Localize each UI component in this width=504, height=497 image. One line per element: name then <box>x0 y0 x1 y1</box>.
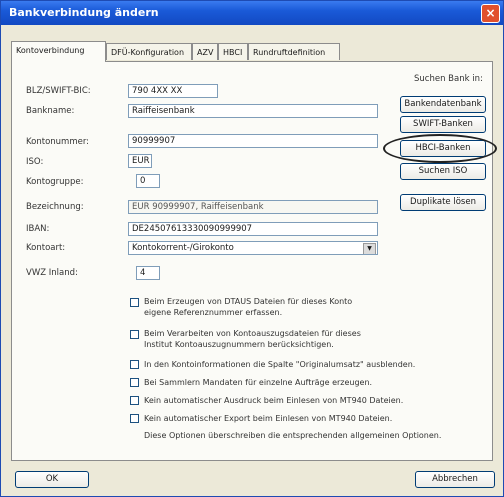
iban-field[interactable]: DE24507613330090999907 <box>128 222 378 236</box>
option-text-2: Beim Verarbeiten von Kontoauszugsdateien… <box>144 329 361 349</box>
option-text-6: Kein automatischer Export beim Einlesen … <box>144 414 393 423</box>
bankname-field[interactable]: Raiffeisenbank <box>128 104 378 118</box>
iban-label: IBAN: <box>26 224 50 234</box>
blz-label: BLZ/SWIFT-BIC: <box>26 86 91 96</box>
bank-database-button[interactable]: Bankendatenbank <box>400 96 486 113</box>
window-title: Bankverbindung ändern <box>9 6 159 19</box>
hbci-banks-button[interactable]: HBCI-Banken <box>400 140 486 157</box>
bankname-label: Bankname: <box>26 106 75 116</box>
iso-field[interactable]: EUR <box>128 154 152 168</box>
tab-dfue-konfiguration[interactable]: DFÜ-Konfiguration <box>106 43 192 60</box>
bezeichnung-field[interactable]: EUR 90999907, Raiffeisenbank <box>128 200 378 214</box>
resolve-duplicates-button[interactable]: Duplikate lösen <box>400 194 486 211</box>
option-text-1: Beim Erzeugen von DTAUS Dateien für dies… <box>144 297 353 317</box>
tab-kontoverbindung[interactable]: Kontoverbindung <box>11 41 106 62</box>
tab-rundruftdefinition[interactable]: Rundruftdefinition <box>248 43 340 60</box>
kontoart-label: Kontoart: <box>26 243 66 253</box>
iso-label: ISO: <box>26 157 44 167</box>
dialog-window: Bankverbindung ändern × Kontoverbindung … <box>0 0 504 497</box>
chevron-down-icon[interactable]: ▼ <box>363 243 376 254</box>
ok-button[interactable]: OK <box>15 471 89 488</box>
blz-field[interactable]: 790 4XX XX <box>128 84 218 98</box>
option-checkbox-6[interactable] <box>130 414 139 423</box>
kontoart-value: Kontokorrent-/Girokonto <box>132 243 234 253</box>
close-icon[interactable]: × <box>481 4 500 23</box>
kontonummer-field[interactable]: 90999907 <box>128 134 378 148</box>
kontonummer-label: Kontonummer: <box>26 137 90 147</box>
vwz-inland-label: VWZ Inland: <box>26 268 78 278</box>
option-text-4: Bei Sammlern Mandaten für einzelne Auftr… <box>144 378 373 387</box>
option-checkbox-4[interactable] <box>130 378 139 387</box>
search-bank-label: Suchen Bank in: <box>414 74 483 84</box>
bezeichnung-label: Bezeichnung: <box>26 202 84 212</box>
tab-hbci[interactable]: HBCI <box>218 43 248 60</box>
title-bar: Bankverbindung ändern × <box>1 1 503 25</box>
swift-banks-button[interactable]: SWIFT-Banken <box>400 116 486 133</box>
kontoart-select[interactable]: Kontokorrent-/Girokonto ▼ <box>128 241 378 255</box>
option-checkbox-2[interactable] <box>130 330 139 339</box>
tab-panel: BLZ/SWIFT-BIC: Bankname: Kontonummer: IS… <box>11 61 493 461</box>
kontogruppe-field[interactable]: 0 <box>136 174 160 188</box>
option-checkbox-3[interactable] <box>130 360 139 369</box>
option-text-3: In den Kontoinformationen die Spalte "Or… <box>144 360 416 369</box>
options-note: Diese Optionen überschreiben die entspre… <box>144 431 442 440</box>
search-iso-button[interactable]: Suchen ISO <box>400 163 486 180</box>
option-text-5: Kein automatischer Ausdruck beim Einlese… <box>144 396 404 405</box>
option-checkbox-5[interactable] <box>130 396 139 405</box>
option-checkbox-1[interactable] <box>130 298 139 307</box>
cancel-button[interactable]: Abbrechen <box>415 471 495 488</box>
vwz-inland-field[interactable]: 4 <box>136 266 160 280</box>
kontogruppe-label: Kontogruppe: <box>26 177 84 187</box>
tab-azv[interactable]: AZV <box>192 43 218 60</box>
